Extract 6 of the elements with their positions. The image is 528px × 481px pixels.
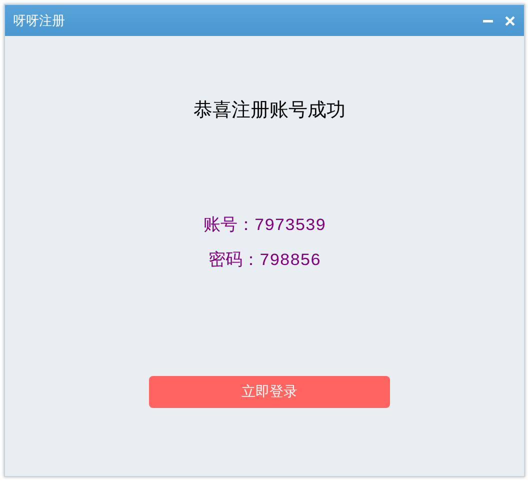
success-heading: 恭喜注册账号成功: [194, 98, 346, 123]
credential-line: 密码：798856: [208, 250, 321, 271]
credential-line: 账号：7973539: [203, 215, 326, 236]
close-icon[interactable]: [504, 14, 516, 26]
login-button[interactable]: 立即登录: [149, 376, 390, 408]
window-title: 呀呀注册: [13, 12, 65, 30]
